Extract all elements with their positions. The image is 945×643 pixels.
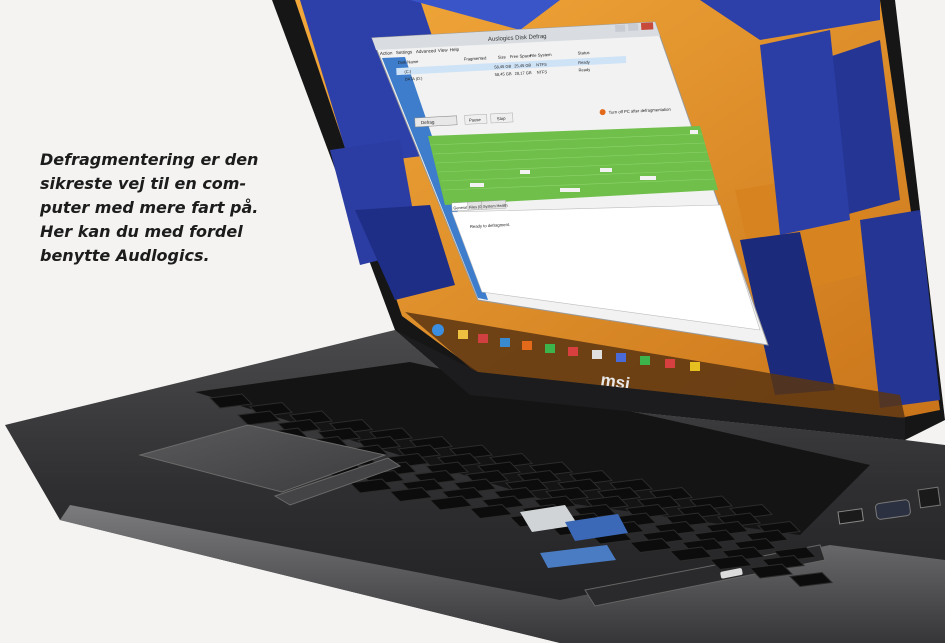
menu-view[interactable]: View	[438, 47, 449, 53]
disk-free: 25,45 GB	[514, 63, 531, 69]
tab-files-label: Files (0)	[469, 205, 484, 210]
tab-general-label: General	[453, 206, 467, 211]
ethernet-port	[917, 486, 941, 509]
menu-action[interactable]: Action	[380, 50, 393, 56]
disk-name: (C:)	[404, 69, 412, 74]
caption-line: benytte Audlogics.	[40, 246, 210, 265]
caption-line: Defragmentering er den	[40, 150, 259, 169]
caption-line: Her kan du med fordel	[40, 222, 243, 241]
minimize-button[interactable]	[615, 24, 626, 32]
pause-button-label: Pause	[469, 117, 482, 123]
close-button[interactable]	[641, 22, 654, 30]
disk-fs: NTFS	[536, 69, 547, 75]
maximize-button[interactable]	[627, 23, 639, 31]
disk-status: Ready	[578, 67, 590, 73]
column-size[interactable]: Size	[498, 54, 507, 59]
menu-settings[interactable]: Settings	[396, 49, 413, 55]
menu-help[interactable]: Help	[450, 47, 460, 53]
laptop-photo: Auslogics Disk Defrag Action Settings Ad…	[5, 0, 945, 643]
stop-button-label: Stop	[497, 116, 507, 121]
disk-size: 58,45 GB	[495, 71, 512, 77]
disk-name[interactable]: DATA (D:)	[405, 76, 424, 82]
disk-status: Ready	[578, 59, 590, 65]
disk-fs: NTFS	[536, 62, 547, 68]
column-status[interactable]: Status	[578, 50, 590, 56]
disk-free: 28,17 GB	[515, 70, 532, 76]
defrag-button-label: Defrag	[421, 119, 435, 125]
photo-caption: Defragmentering er den sikreste vej til …	[40, 148, 300, 268]
disk-size: 58,45 GB	[494, 64, 511, 70]
caption-line: puter med mere fart på.	[40, 198, 259, 217]
caption-line: sikreste vej til en com-	[40, 174, 247, 193]
